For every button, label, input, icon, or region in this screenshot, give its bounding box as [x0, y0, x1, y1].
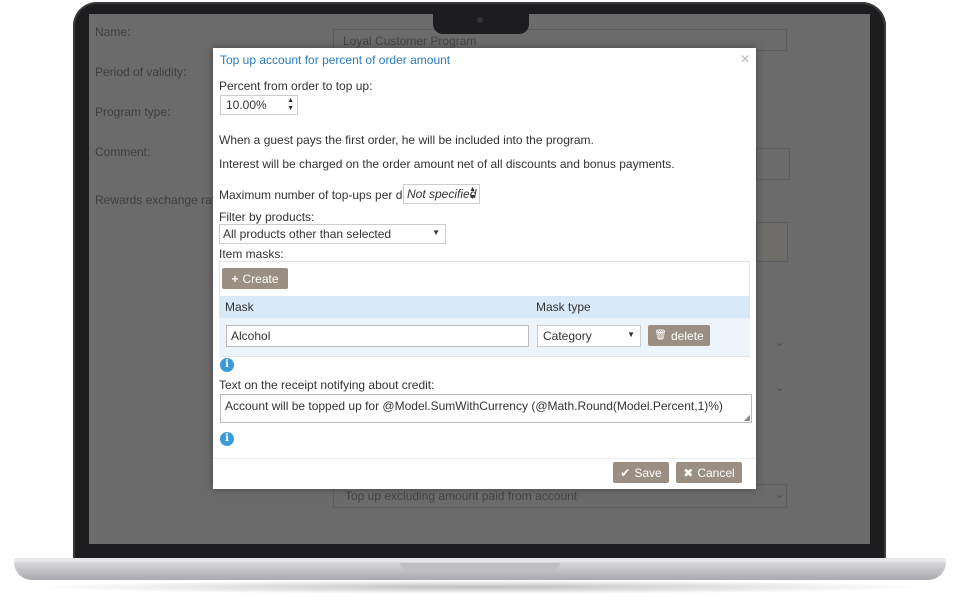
receipt-textarea[interactable]: Account will be topped up for @Model.Sum…: [220, 394, 752, 423]
bg-chevron-icon: ⌄: [775, 382, 785, 394]
bg-chevron-icon: ⌄: [775, 337, 785, 349]
mask-input[interactable]: Alcohol: [226, 325, 529, 347]
filter-label: Filter by products:: [219, 210, 315, 224]
bg-rewards-box: [756, 222, 788, 262]
close-icon[interactable]: ✕: [740, 52, 750, 66]
trash-icon: 🗑: [654, 330, 667, 341]
camera-icon: [477, 17, 483, 23]
create-button[interactable]: + Create: [222, 268, 288, 289]
check-icon: ✔: [620, 465, 631, 480]
filter-select-value: All products other than selected: [223, 227, 392, 241]
bg-period-label: Period of validity:: [95, 65, 187, 79]
max-topups-label: Maximum number of top-ups per day: [219, 188, 416, 202]
receipt-text: Account will be topped up for @Model.Sum…: [225, 399, 723, 413]
column-header-mask-type: Mask type: [536, 300, 591, 314]
mask-value: Alcohol: [231, 329, 271, 343]
info-line-2: Interest will be charged on the order am…: [219, 157, 675, 171]
item-masks-label: Item masks:: [219, 247, 284, 261]
resize-grip-icon[interactable]: ◢: [744, 413, 750, 422]
bg-name-label: Name:: [95, 25, 131, 39]
laptop-shadow: [30, 580, 930, 594]
cancel-button[interactable]: ✖ Cancel: [676, 462, 742, 483]
filter-select[interactable]: All products other than selected ▼: [219, 224, 446, 244]
modal-title: Top up account for percent of order amou…: [220, 53, 451, 67]
create-button-label: Create: [242, 271, 279, 286]
max-topups-value: Not specified: [407, 187, 477, 201]
percent-value: 10.00%: [226, 98, 267, 112]
bg-bottom-select-value: Top up excluding amount paid from accoun…: [345, 489, 578, 503]
bg-rewards-label: Rewards exchange rate: [95, 193, 222, 207]
percent-stepper[interactable]: 10.00% ▲ ▼: [220, 95, 298, 115]
max-topups-stepper[interactable]: Not specified ▲ ▼: [403, 184, 480, 204]
laptop-groove: [400, 563, 560, 571]
receipt-label: Text on the receipt notifying about cred…: [219, 378, 435, 392]
stepper-arrows-icon[interactable]: ▲ ▼: [287, 97, 294, 113]
bg-comment-label: Comment:: [95, 145, 151, 159]
info-icon[interactable]: i: [220, 432, 234, 446]
save-button[interactable]: ✔ Save: [613, 462, 669, 483]
bg-program-type-label: Program type:: [95, 105, 171, 119]
masks-table-header: Mask Mask type: [219, 296, 750, 318]
delete-button-label: delete: [671, 328, 704, 343]
info-icon[interactable]: i: [220, 358, 234, 372]
delete-button[interactable]: 🗑 delete: [648, 325, 710, 346]
cancel-button-label: Cancel: [697, 465, 735, 480]
dropdown-caret-icon: ▼: [627, 330, 635, 339]
mask-type-select[interactable]: Category ▼: [537, 325, 641, 347]
table-row: Alcohol Category ▼ 🗑 delete: [219, 318, 750, 356]
footer-divider: [213, 458, 756, 459]
save-button-label: Save: [634, 465, 662, 480]
topup-modal: Top up account for percent of order amou…: [213, 48, 756, 489]
x-icon: ✖: [683, 465, 694, 480]
stepper-arrows-icon[interactable]: ▲ ▼: [469, 186, 476, 202]
bg-name-value: Loyal Customer Program: [343, 34, 477, 48]
plus-icon: +: [231, 271, 239, 286]
column-header-mask: Mask: [225, 300, 254, 314]
percent-label: Percent from order to top up:: [219, 79, 373, 93]
info-line-1: When a guest pays the first order, he wi…: [219, 133, 594, 147]
dropdown-caret-icon: ▼: [432, 228, 440, 237]
bg-comment-field: [756, 148, 790, 180]
bg-chevron-icon: ⌄: [775, 489, 785, 501]
mask-type-value: Category: [543, 329, 592, 343]
